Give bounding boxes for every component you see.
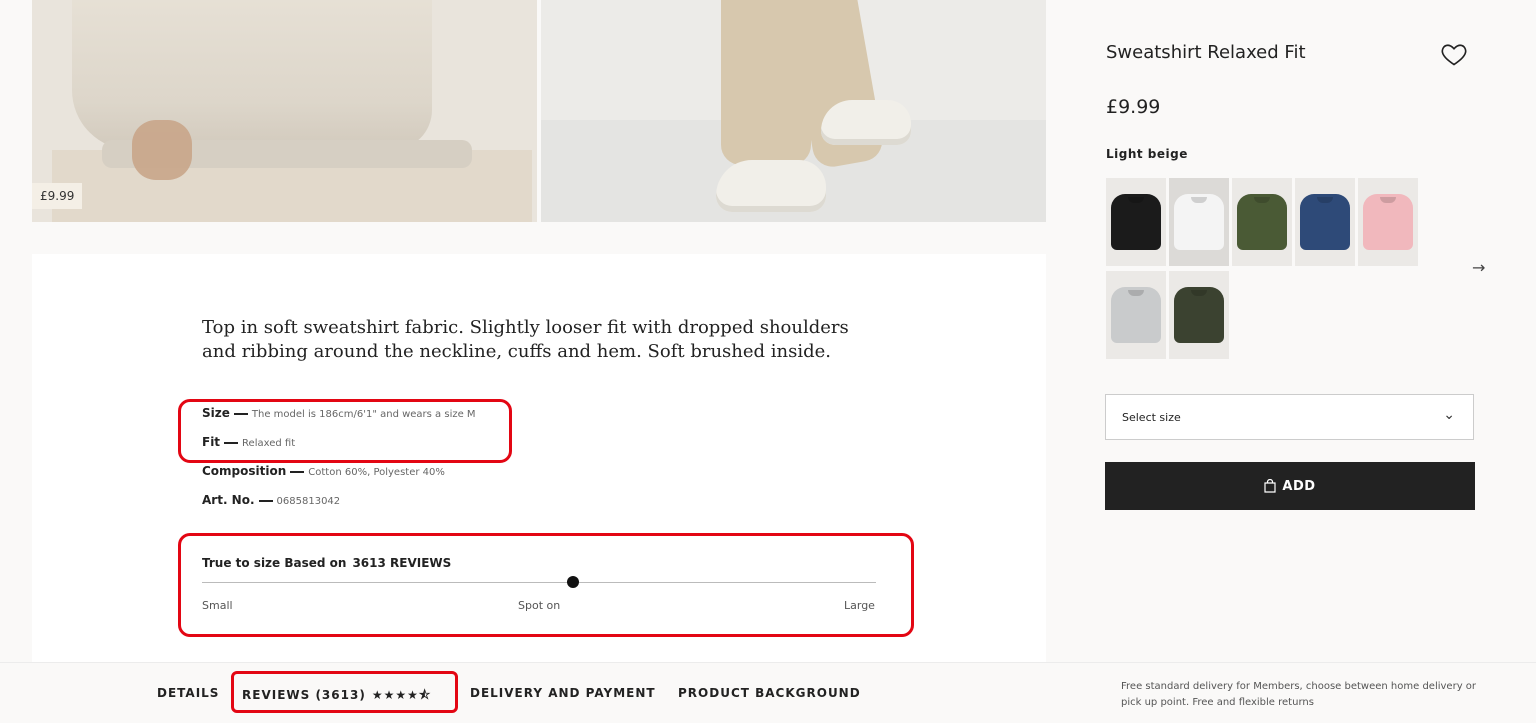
delivery-note: Free standard delivery for Members, choo… [1121, 681, 1477, 708]
selected-color-name: Light beige [1106, 147, 1188, 161]
color-swatch-dark-green[interactable] [1169, 271, 1229, 359]
product-title: Sweatshirt Relaxed Fit [1106, 42, 1306, 63]
color-swatch-white[interactable] [1169, 178, 1229, 266]
bag-icon [1264, 479, 1277, 493]
product-description: Top in soft sweatshirt fabric. Slightly … [202, 317, 849, 362]
sweatshirt-thumbnail [1111, 287, 1161, 343]
product-image-side[interactable] [541, 0, 1046, 222]
bottom-tab-bar: DETAILS REVIEWS (3613) ★★★★⯪ DELIVERY AND… [0, 662, 1536, 723]
image-price-badge: £9.99 [32, 183, 83, 209]
color-swatch-pink[interactable] [1358, 178, 1418, 266]
details-panel: Top in soft sweatshirt fabric. Slightly … [32, 254, 1046, 664]
size-select[interactable]: Select size ⌄ [1105, 394, 1474, 440]
color-swatch-blue[interactable] [1295, 178, 1355, 266]
spec-article-number: Art. No. 0685813042 [202, 493, 341, 507]
tab-product-background[interactable]: PRODUCT BACKGROUND [678, 686, 861, 700]
heart-icon[interactable] [1440, 40, 1468, 68]
sweatshirt-thumbnail [1174, 194, 1224, 250]
color-swatch-black[interactable] [1106, 178, 1166, 266]
add-to-bag-button[interactable]: ADD [1105, 462, 1475, 510]
chevron-down-icon: ⌄ [1443, 407, 1455, 423]
arrow-right-icon[interactable]: → [1472, 258, 1485, 277]
sweatshirt-thumbnail [1237, 194, 1287, 250]
tab-delivery-payment[interactable]: DELIVERY AND PAYMENT [470, 686, 656, 700]
highlight-size-fit [178, 399, 512, 463]
color-swatch-grey[interactable] [1106, 271, 1166, 359]
highlight-reviews-tab [231, 671, 458, 713]
product-image-front[interactable] [32, 0, 537, 222]
product-price: £9.99 [1106, 96, 1161, 118]
spec-composition: Composition Cotton 60%, Polyester 40% [202, 464, 445, 478]
sweatshirt-thumbnail [1111, 194, 1161, 250]
sweatshirt-thumbnail [1174, 287, 1224, 343]
sweatshirt-thumbnail [1300, 194, 1350, 250]
highlight-fit-rating [178, 533, 914, 637]
tab-details[interactable]: DETAILS [157, 686, 219, 700]
sweatshirt-thumbnail [1363, 194, 1413, 250]
color-swatch-khaki[interactable] [1232, 178, 1292, 266]
